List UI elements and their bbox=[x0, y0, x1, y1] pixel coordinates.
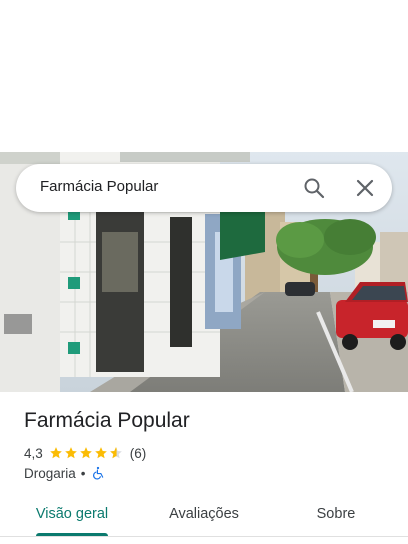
review-count[interactable]: (6) bbox=[130, 446, 147, 461]
separator-dot: • bbox=[80, 465, 86, 481]
wheelchair-icon bbox=[92, 466, 103, 480]
tab-reviews[interactable]: Avaliações bbox=[154, 492, 254, 536]
tabs-divider bbox=[0, 536, 408, 537]
tab-bar: Visão geral Avaliações Sobre bbox=[0, 492, 408, 536]
close-icon bbox=[356, 179, 374, 197]
rating-row[interactable]: 4,3 (6) bbox=[24, 445, 146, 461]
search-button[interactable] bbox=[302, 176, 326, 200]
category-label: Drogaria bbox=[24, 465, 76, 481]
star-icon bbox=[79, 447, 92, 459]
close-button[interactable] bbox=[353, 176, 377, 200]
rating-value: 4,3 bbox=[24, 445, 43, 461]
star-icon bbox=[49, 447, 62, 459]
star-icon bbox=[64, 447, 77, 459]
rating-stars bbox=[49, 446, 124, 460]
search-icon bbox=[304, 178, 325, 199]
tab-overview[interactable]: Visão geral bbox=[22, 492, 122, 536]
place-title: Farmácia Popular bbox=[24, 409, 190, 432]
category-row: Drogaria • bbox=[24, 465, 105, 481]
star-half-icon bbox=[109, 447, 122, 459]
star-icon bbox=[94, 447, 107, 459]
search-input[interactable]: Farmácia Popular bbox=[40, 178, 158, 195]
tab-about[interactable]: Sobre bbox=[286, 492, 386, 536]
search-bar[interactable]: Farmácia Popular bbox=[16, 164, 392, 212]
